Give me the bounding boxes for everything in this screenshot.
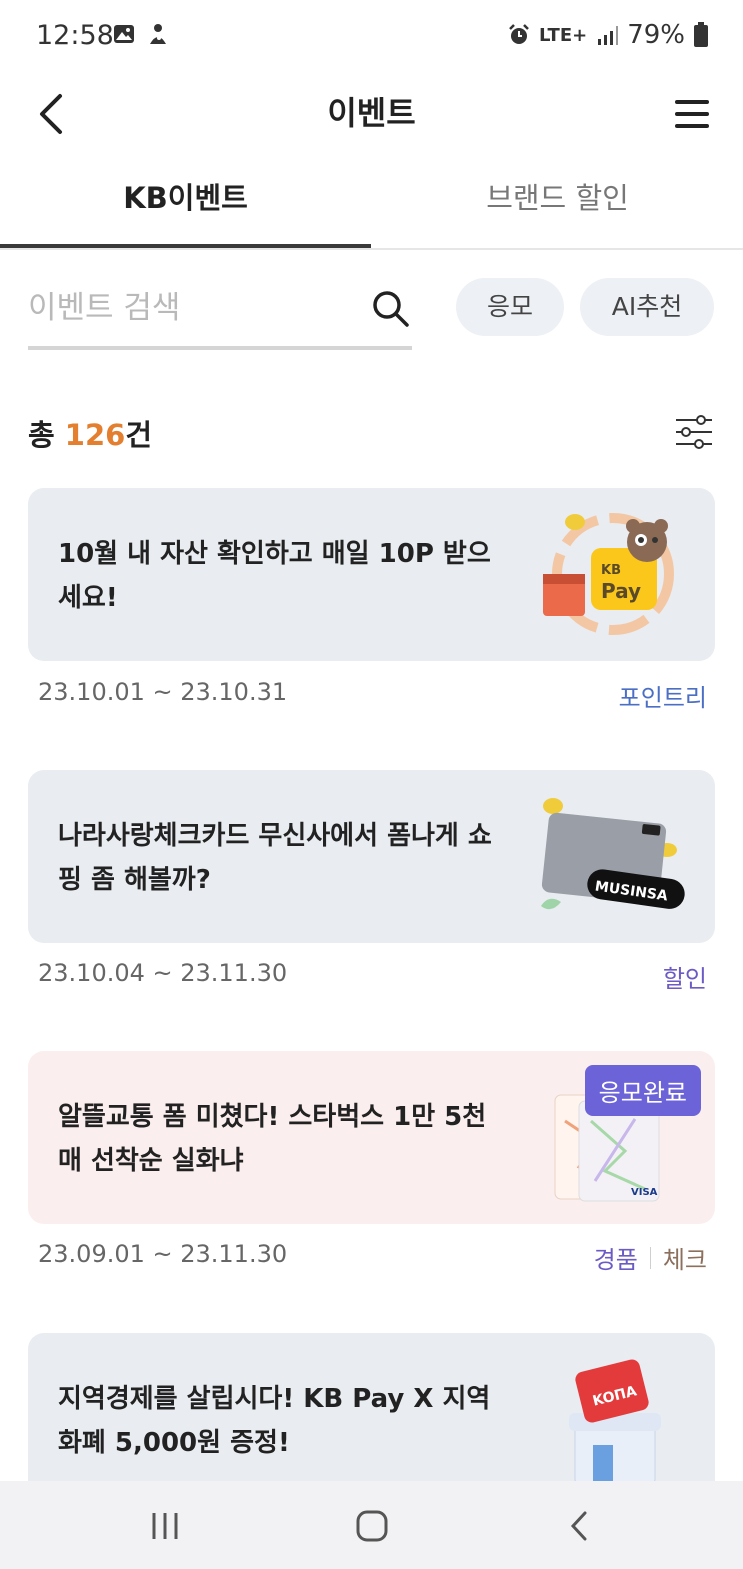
tab-brand-discount[interactable]: 브랜드 할인 bbox=[372, 160, 743, 248]
svg-text:Pay: Pay bbox=[601, 579, 641, 603]
musinsa-card-icon: MUSINSA bbox=[541, 798, 685, 910]
network-type: LTE+ bbox=[539, 24, 588, 46]
image-icon bbox=[114, 25, 134, 43]
event-title: 알뜰교통 폼 미쳤다! 스타벅스 1만 5천매 선착순 실화냐 bbox=[58, 1102, 487, 1176]
page-title: 이벤트 bbox=[327, 94, 416, 132]
status-time: 12:58 bbox=[36, 20, 114, 51]
event-card[interactable]: 알뜰교통 폼 미쳤다! 스타벅스 1만 5천매 선착순 실화냐 VISA 응모완… bbox=[28, 1051, 715, 1224]
sliders-icon[interactable] bbox=[675, 414, 713, 450]
local-shop-icon: KOΠA bbox=[569, 1359, 661, 1485]
event-tags: 경품 체크 bbox=[594, 1240, 707, 1275]
alarm-icon bbox=[509, 24, 529, 44]
event-tag: 할인 bbox=[662, 965, 707, 993]
back-icon[interactable] bbox=[555, 1501, 605, 1551]
figure-icon bbox=[150, 24, 166, 44]
event-tags: 할인 bbox=[663, 959, 707, 994]
battery-icon bbox=[694, 22, 708, 47]
total-prefix: 총 bbox=[28, 418, 65, 452]
event-tag: 체크 bbox=[662, 1246, 707, 1274]
apply-filter-chip[interactable]: 응모 bbox=[456, 278, 564, 336]
event-date: 23.09.01 ~ 23.11.30 bbox=[38, 1240, 288, 1268]
status-badge: 응모완료 bbox=[584, 1065, 701, 1116]
status-bar: 12:58 LTE+ 79% bbox=[0, 0, 743, 72]
event-total-count: 총 126건 bbox=[28, 412, 152, 454]
svg-text:KB: KB bbox=[601, 563, 621, 578]
search-icon[interactable] bbox=[370, 288, 410, 328]
event-tag: 포인트리 bbox=[618, 684, 707, 712]
kb-pay-bear-calendar-icon: KB Pay bbox=[543, 513, 674, 635]
tab-kb-events[interactable]: KB이벤트 bbox=[0, 160, 371, 248]
event-title: 지역경제를 살립시다! KB Pay X 지역화폐 5,000원 증정! bbox=[58, 1384, 491, 1458]
total-suffix: 건 bbox=[125, 418, 153, 452]
ai-recommend-chip[interactable]: AI추천 bbox=[580, 278, 714, 336]
tag-divider bbox=[649, 1246, 651, 1269]
home-icon[interactable] bbox=[347, 1501, 397, 1551]
total-count-number: 126 bbox=[64, 418, 126, 452]
svg-text:VISA: VISA bbox=[631, 1187, 658, 1198]
event-date: 23.10.04 ~ 23.11.30 bbox=[38, 959, 288, 987]
event-title: 10월 내 자산 확인하고 매일 10P 받으세요! bbox=[58, 539, 491, 613]
search-bar bbox=[28, 270, 412, 350]
event-title: 나라사랑체크카드 무신사에서 폼나게 쇼핑 좀 해볼까? bbox=[58, 821, 492, 895]
app-header: 이벤트 bbox=[0, 72, 743, 156]
recent-apps-icon[interactable] bbox=[140, 1501, 190, 1551]
search-input[interactable] bbox=[28, 280, 358, 336]
tab-bar: KB이벤트 브랜드 할인 bbox=[0, 160, 743, 250]
event-card[interactable]: 10월 내 자산 확인하고 매일 10P 받으세요! KB Pay bbox=[28, 488, 715, 661]
battery-percent: 79% bbox=[627, 20, 685, 50]
event-card[interactable]: 나라사랑체크카드 무신사에서 폼나게 쇼핑 좀 해볼까? MUSINSA bbox=[28, 770, 715, 943]
event-tag: 경품 bbox=[593, 1246, 638, 1274]
system-nav-bar bbox=[0, 1481, 743, 1569]
event-tags: 포인트리 bbox=[619, 678, 707, 713]
status-notification-icons bbox=[112, 22, 170, 46]
status-system-icons: LTE+ 79% bbox=[507, 20, 709, 50]
hamburger-menu-icon[interactable] bbox=[673, 94, 713, 134]
event-date: 23.10.01 ~ 23.10.31 bbox=[38, 678, 288, 706]
signal-icon bbox=[598, 26, 619, 45]
